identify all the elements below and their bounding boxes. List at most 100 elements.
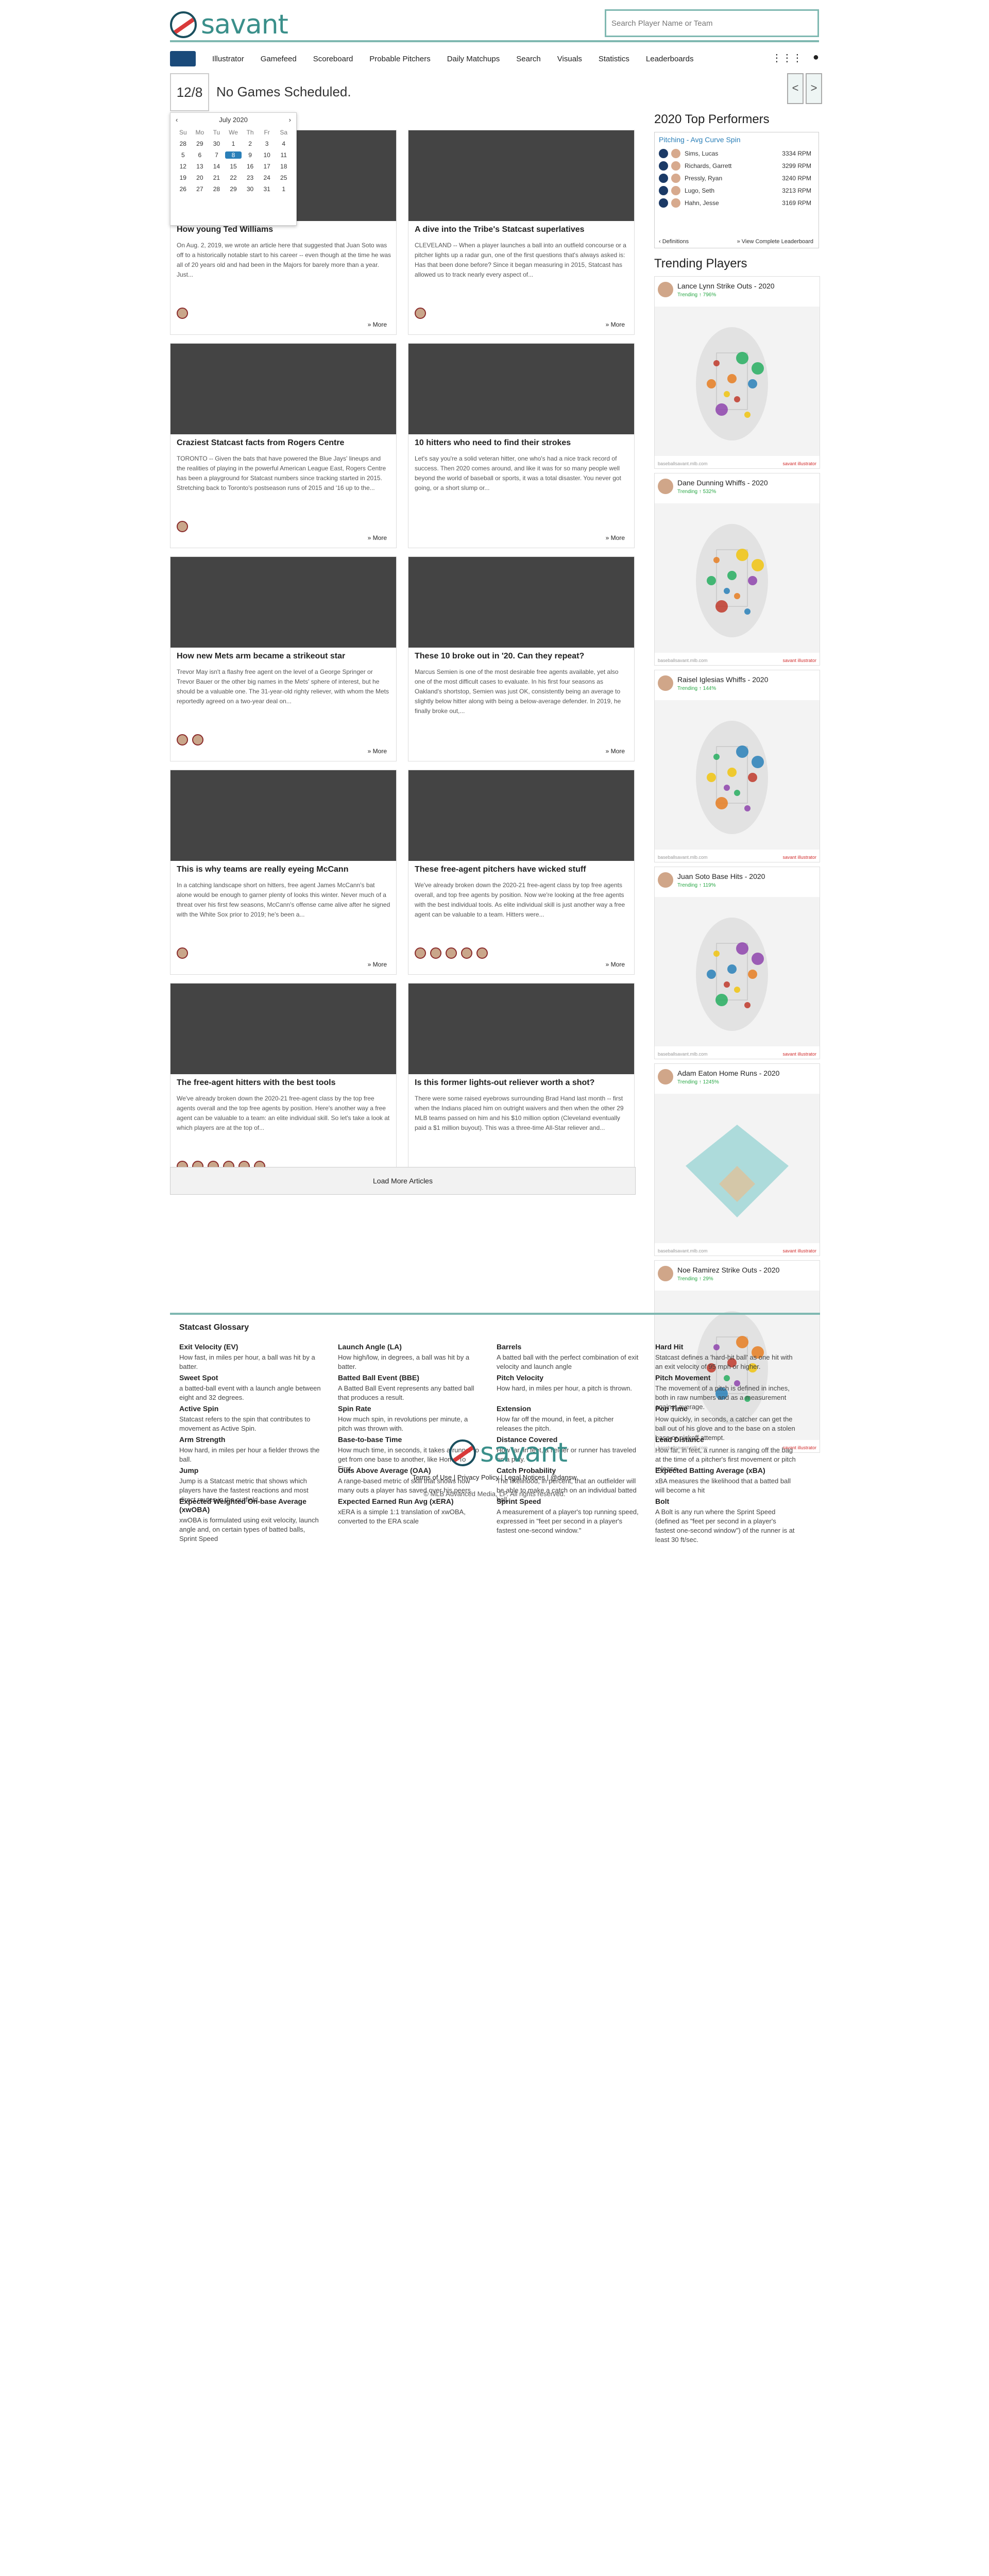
calendar-day[interactable]: 7 <box>208 151 225 159</box>
calendar-day[interactable]: 29 <box>192 140 209 147</box>
article-title[interactable]: How new Mets arm became a strikeout star <box>177 652 391 661</box>
calendar-day[interactable]: 18 <box>275 163 292 170</box>
nav-item-illustrator[interactable]: Illustrator <box>212 55 244 63</box>
footer-link-legal[interactable]: Legal Notices <box>504 1473 545 1481</box>
article-title[interactable]: Is this former lights-out reliever worth… <box>415 1078 629 1088</box>
calendar-day[interactable]: 25 <box>275 174 292 181</box>
performer-row[interactable]: Richards, Garrett 3299 RPM <box>659 160 813 172</box>
trending-card[interactable]: Raisel Iglesias Whiffs - 2020 Trending ↑ … <box>654 670 820 862</box>
article-image[interactable] <box>408 557 634 648</box>
nav-item-visuals[interactable]: Visuals <box>557 55 582 63</box>
calendar-day[interactable]: 15 <box>225 163 242 170</box>
footer-link-privacy[interactable]: Privacy Policy <box>457 1473 499 1481</box>
player-avatar[interactable] <box>430 947 441 959</box>
more-link[interactable]: » More <box>368 534 387 541</box>
prev-date-button[interactable]: < <box>787 73 804 104</box>
savant-logo[interactable]: savant <box>170 9 288 40</box>
more-link[interactable]: » More <box>606 748 625 755</box>
performer-name[interactable]: Richards, Garrett <box>685 162 731 170</box>
article-title[interactable]: Craziest Statcast facts from Rogers Cent… <box>177 438 391 448</box>
calendar-day[interactable]: 9 <box>242 151 259 159</box>
more-link[interactable]: » More <box>368 321 387 328</box>
trending-card[interactable]: Lance Lynn Strike Outs - 2020 Trending ↑ … <box>654 276 820 469</box>
trending-name[interactable]: Lance Lynn Strike Outs - 2020 <box>677 282 775 290</box>
player-avatar[interactable] <box>415 308 426 319</box>
trending-visual[interactable] <box>655 307 820 456</box>
article-card[interactable]: 10 hitters who need to find their stroke… <box>408 343 635 548</box>
calendar-day[interactable]: 31 <box>259 185 276 193</box>
trending-visual[interactable] <box>655 1094 820 1243</box>
article-title[interactable]: A dive into the Tribe's Statcast superla… <box>415 225 629 234</box>
article-card[interactable]: This is why teams are really eyeing McCa… <box>170 770 397 975</box>
player-avatar[interactable] <box>446 947 457 959</box>
article-card[interactable]: These free-agent pitchers have wicked st… <box>408 770 635 975</box>
player-avatar[interactable] <box>476 947 488 959</box>
calendar-day[interactable]: 8 <box>225 151 242 159</box>
calendar-day[interactable]: 20 <box>192 174 209 181</box>
calendar-day[interactable]: 4 <box>275 140 292 147</box>
calendar-day[interactable]: 26 <box>175 185 192 193</box>
article-title[interactable]: This is why teams are really eyeing McCa… <box>177 865 391 874</box>
calendar-day[interactable]: 11 <box>275 151 292 159</box>
player-avatar[interactable] <box>177 521 188 532</box>
article-image[interactable] <box>170 557 396 648</box>
savant-illustrator-badge[interactable]: savant illustrator <box>782 461 816 466</box>
more-link[interactable]: » More <box>606 961 625 968</box>
article-card[interactable]: How new Mets arm became a strikeout star… <box>170 556 397 761</box>
user-icon[interactable]: ● <box>813 52 819 64</box>
trending-name[interactable]: Juan Soto Base Hits - 2020 <box>677 872 765 880</box>
footer-logo[interactable]: savant <box>449 1437 568 1468</box>
article-image[interactable] <box>408 984 634 1074</box>
article-image[interactable] <box>408 130 634 221</box>
calendar-day[interactable]: 1 <box>225 140 242 147</box>
nav-item-scoreboard[interactable]: Scoreboard <box>313 55 353 63</box>
savant-illustrator-badge[interactable]: savant illustrator <box>782 855 816 860</box>
calendar-day[interactable]: 29 <box>225 185 242 193</box>
calendar-day[interactable]: 6 <box>192 151 209 159</box>
nav-item-leaderboards[interactable]: Leaderboards <box>646 55 694 63</box>
footer-link-twitter[interactable]: @dansw <box>551 1473 577 1481</box>
performer-name[interactable]: Lugo, Seth <box>685 187 714 194</box>
article-card[interactable]: Is this former lights-out reliever worth… <box>408 983 635 1188</box>
calendar-day[interactable]: 3 <box>259 140 276 147</box>
article-title[interactable]: How young Ted Williams <box>177 225 391 234</box>
calendar-day[interactable]: 28 <box>175 140 192 147</box>
savant-illustrator-badge[interactable]: savant illustrator <box>782 1248 816 1253</box>
player-avatar[interactable] <box>192 734 203 745</box>
player-avatar[interactable] <box>415 947 426 959</box>
calendar-next-icon[interactable]: › <box>289 116 291 124</box>
performer-row[interactable]: Sims, Lucas 3334 RPM <box>659 148 813 159</box>
load-more-button[interactable]: Load More Articles <box>170 1167 636 1195</box>
apps-grid-icon[interactable]: ⋮⋮⋮ <box>772 52 803 64</box>
article-card[interactable]: These 10 broke out in '20. Can they repe… <box>408 556 635 761</box>
nav-item-statistics[interactable]: Statistics <box>599 55 629 63</box>
calendar-day[interactable]: 14 <box>208 163 225 170</box>
more-link[interactable]: » More <box>368 961 387 968</box>
calendar-day[interactable]: 16 <box>242 163 259 170</box>
trending-name[interactable]: Raisel Iglesias Whiffs - 2020 <box>677 675 768 684</box>
nav-item-probable-pitchers[interactable]: Probable Pitchers <box>369 55 430 63</box>
nav-item-search[interactable]: Search <box>516 55 541 63</box>
date-picker-button[interactable]: 12/8 <box>170 73 209 111</box>
trending-card[interactable]: Adam Eaton Home Runs - 2020 Trending ↑ 12… <box>654 1063 820 1256</box>
trending-name[interactable]: Noe Ramirez Strike Outs - 2020 <box>677 1266 779 1274</box>
nav-item-daily-matchups[interactable]: Daily Matchups <box>447 55 500 63</box>
article-image[interactable] <box>170 344 396 434</box>
player-search-input[interactable]: Search Player Name or Team <box>605 9 819 37</box>
calendar-day[interactable]: 2 <box>242 140 259 147</box>
performer-row[interactable]: Hahn, Jesse 3169 RPM <box>659 197 813 209</box>
trending-visual[interactable] <box>655 897 820 1046</box>
article-image[interactable] <box>170 770 396 861</box>
performer-row[interactable]: Lugo, Seth 3213 RPM <box>659 185 813 196</box>
footer-link-terms[interactable]: Terms of Use <box>413 1473 452 1481</box>
calendar-day[interactable]: 5 <box>175 151 192 159</box>
savant-illustrator-badge[interactable]: savant illustrator <box>782 658 816 663</box>
complete-leaderboard-link[interactable]: » View Complete Leaderboard <box>737 239 813 245</box>
article-image[interactable] <box>170 984 396 1074</box>
calendar-day[interactable]: 30 <box>242 185 259 193</box>
performer-row[interactable]: Pressly, Ryan 3240 RPM <box>659 173 813 184</box>
trending-visual[interactable] <box>655 503 820 653</box>
calendar-day[interactable]: 19 <box>175 174 192 181</box>
performer-name[interactable]: Sims, Lucas <box>685 150 718 157</box>
performer-name[interactable]: Hahn, Jesse <box>685 199 719 207</box>
